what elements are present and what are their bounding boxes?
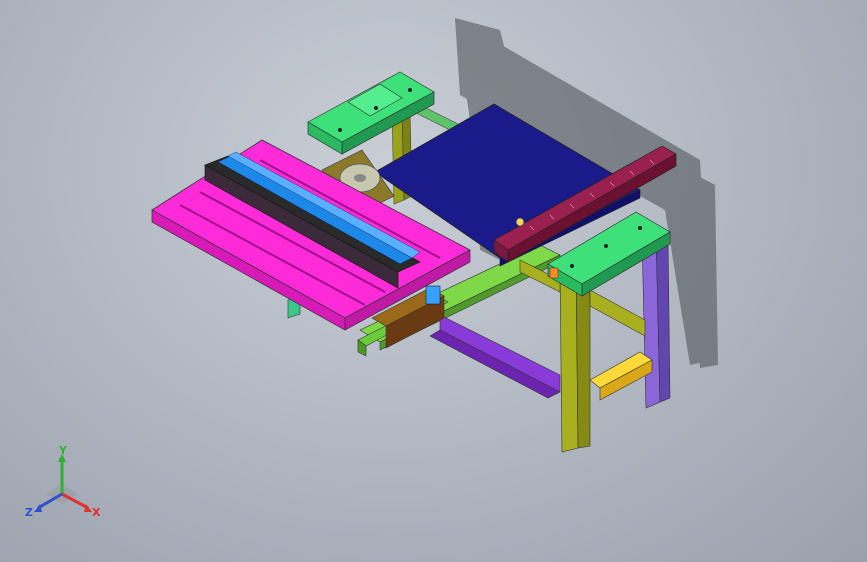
3d-model-view[interactable] (0, 0, 867, 562)
y-label: Y (58, 446, 68, 457)
yellow-stretcher (589, 351, 653, 401)
z-label: Z (25, 506, 33, 519)
rear-end-cap (307, 71, 435, 155)
orientation-triad[interactable]: Y X Z (22, 444, 112, 526)
x-label: X (92, 506, 101, 519)
cad-viewport[interactable]: Y X Z (0, 0, 867, 562)
